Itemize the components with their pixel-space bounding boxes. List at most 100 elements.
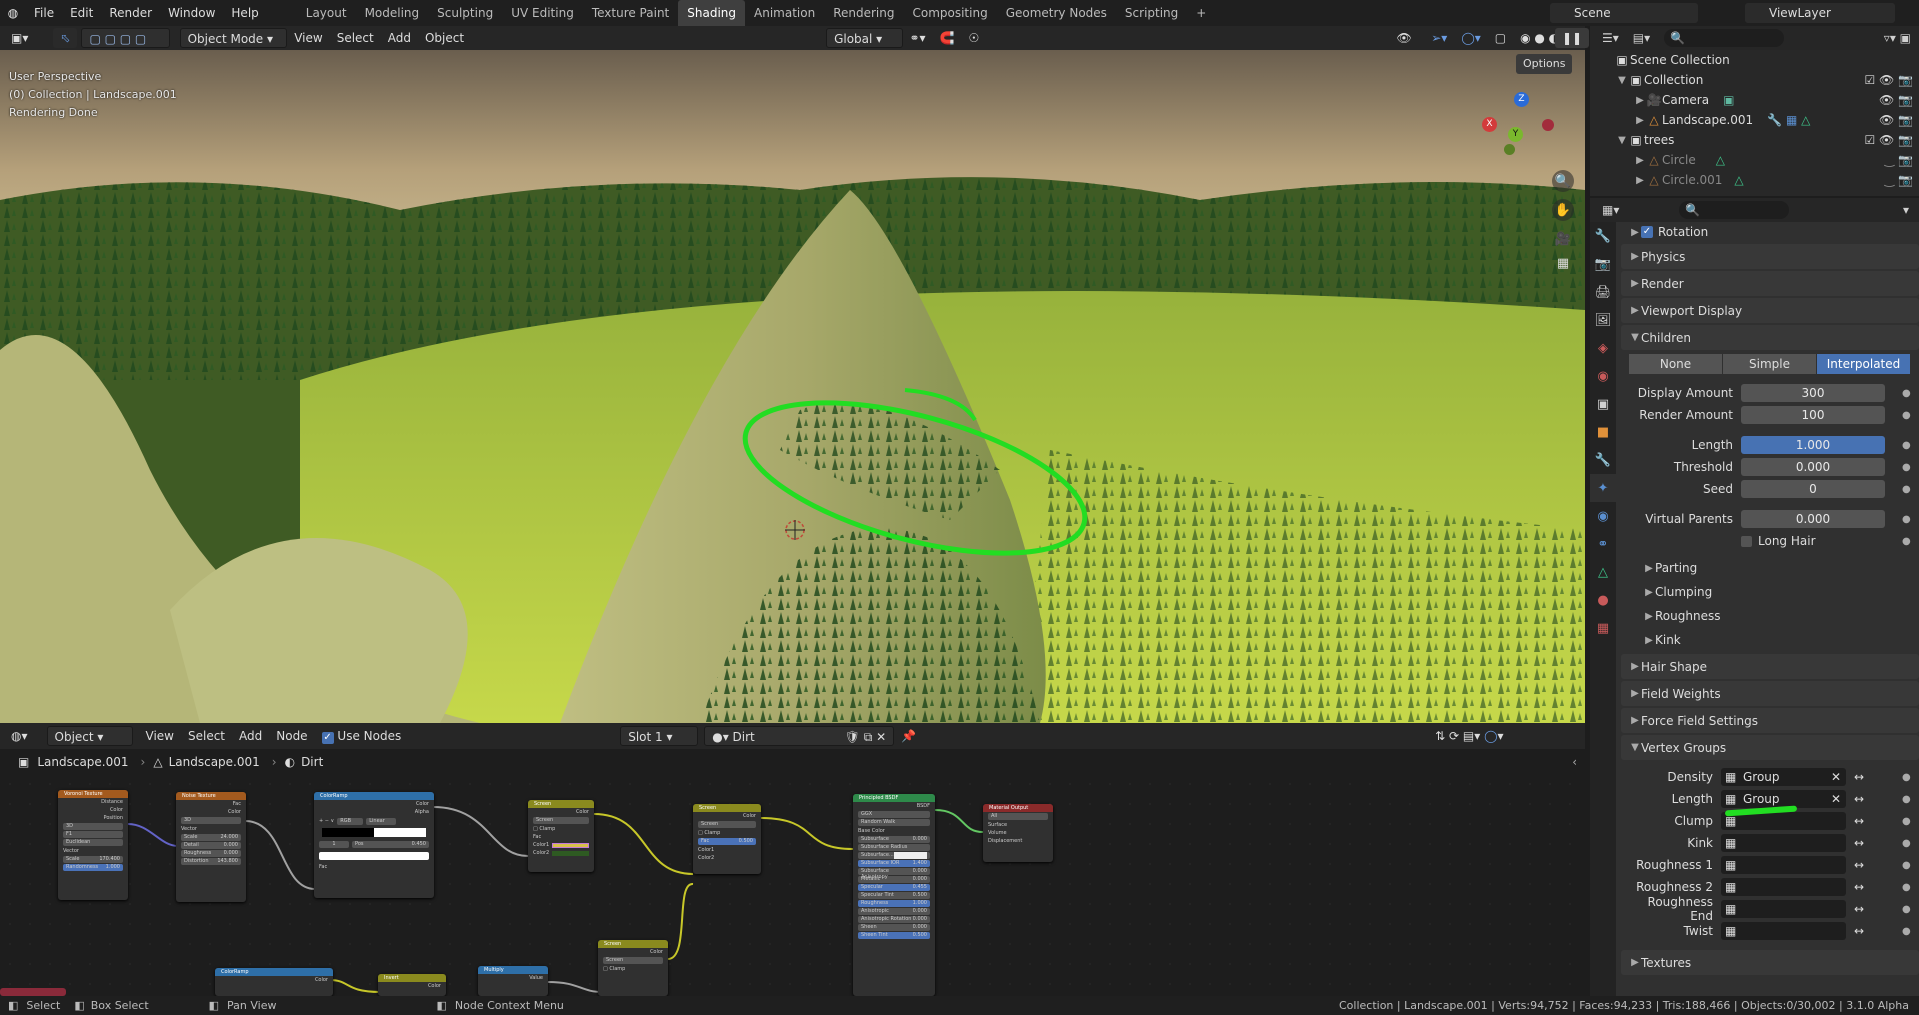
keyframe-dot-icon[interactable]: ● xyxy=(1902,838,1911,849)
children-mode-none[interactable]: None xyxy=(1629,354,1722,374)
force-field-settings-panel[interactable]: ▶ Force Field Settings xyxy=(1621,708,1919,733)
filter-icon[interactable]: ▿▾ ▣ xyxy=(1884,31,1911,45)
tab-texture-paint[interactable]: Texture Paint xyxy=(583,0,678,26)
node-field[interactable]: Anisotropic Rotation 0.000 xyxy=(858,916,930,923)
rotation-panel[interactable]: ▶ ✓ Rotation xyxy=(1621,222,1919,242)
menu-add[interactable]: Add xyxy=(381,28,418,48)
blender-logo-icon[interactable]: ◍ xyxy=(0,0,26,26)
node-field[interactable]: Subsurface 0.000 xyxy=(858,836,930,843)
keyframe-dot-icon[interactable]: ● xyxy=(1902,536,1911,547)
object-mode-dropdown[interactable]: Object Mode ▾ xyxy=(179,28,288,48)
visibility-toggle-icons[interactable]: 👁 📷 xyxy=(1879,93,1913,107)
parting-subpanel[interactable]: ▶ Parting xyxy=(1621,556,1919,580)
invert-toggle-icon[interactable]: ↔ xyxy=(1854,858,1864,872)
node-field[interactable]: Metallic 0.000 xyxy=(858,876,930,883)
gizmo-neg-x[interactable] xyxy=(1542,119,1554,131)
colorramp-node[interactable]: ColorRamp Color Alpha + − ∨ RGB Linear 1 Po… xyxy=(314,792,434,898)
node-dropdown[interactable]: 3D xyxy=(63,823,123,830)
tab-uv-editing[interactable]: UV Editing xyxy=(502,0,583,26)
pause-render-button[interactable]: ❚❚ xyxy=(1555,28,1590,48)
colorramp-node-2[interactable]: ColorRamp Color xyxy=(215,968,333,996)
keyframe-dot-icon[interactable]: ● xyxy=(1902,794,1911,805)
node-field[interactable]: Distortion 143.800 xyxy=(181,858,241,865)
breadcrumb-mesh[interactable]: Landscape.001 xyxy=(169,755,260,769)
world-tab-icon[interactable]: ◉ xyxy=(1590,362,1616,390)
gizmo-z-axis[interactable]: Z xyxy=(1514,92,1529,107)
particles-tab-icon[interactable]: ✦ xyxy=(1590,474,1616,502)
ramp-pos-field[interactable]: Pos 0.450 xyxy=(352,841,429,848)
long-hair-checkbox[interactable] xyxy=(1741,535,1752,547)
object-tab-icon[interactable]: ■ xyxy=(1590,418,1616,446)
keyframe-dot-icon[interactable]: ● xyxy=(1902,440,1911,451)
node-checkbox[interactable]: □ Clamp xyxy=(693,829,761,837)
node-field[interactable]: Sheen 0.000 xyxy=(858,924,930,931)
invert-toggle-icon[interactable]: ↔ xyxy=(1854,770,1864,784)
keyframe-dot-icon[interactable]: ● xyxy=(1902,484,1911,495)
pivot-icon[interactable]: ⚭▾ xyxy=(903,28,933,48)
scene-tab-icon[interactable]: ◈ xyxy=(1590,334,1616,362)
children-mode-interpolated[interactable]: Interpolated xyxy=(1817,354,1910,374)
modifiers-tab-icon[interactable]: 🔧 xyxy=(1590,446,1616,474)
node-field[interactable]: Subsurface Anisotropy 0.000 xyxy=(858,868,930,880)
ortho-toggle-icon[interactable]: ▦ xyxy=(1552,252,1574,274)
node-editor[interactable]: Voronoi Texture Distance Color Position … xyxy=(0,774,1585,996)
node-editor-type-icon[interactable]: ◍▾ xyxy=(4,726,35,746)
visibility-icon[interactable]: 👁▾ xyxy=(1390,28,1425,65)
chevron-right-icon[interactable]: ▶ xyxy=(1634,95,1646,106)
keyframe-dot-icon[interactable]: ● xyxy=(1902,410,1911,421)
color-swatch[interactable] xyxy=(552,851,589,856)
vg-roughness1-field[interactable]: ▦ xyxy=(1721,856,1846,874)
display-amount-field[interactable]: 300 xyxy=(1741,384,1885,402)
hair-shape-panel[interactable]: ▶ Hair Shape xyxy=(1621,654,1919,679)
orientation-dropdown[interactable]: Global ▾ xyxy=(826,28,903,48)
node-dropdown[interactable]: Screen xyxy=(698,821,756,828)
node-menu-add[interactable]: Add xyxy=(232,726,269,746)
node-field[interactable]: Specular 0.455 xyxy=(858,884,930,891)
snap-icon[interactable]: 🧲 xyxy=(933,28,962,48)
keyframe-dot-icon[interactable]: ● xyxy=(1902,816,1911,827)
ramp-interp-dropdown[interactable]: Linear xyxy=(366,818,397,825)
ramp-mode-dropdown[interactable]: RGB xyxy=(337,818,364,825)
voronoi-texture-node[interactable]: Voronoi Texture Distance Color Position … xyxy=(58,790,128,900)
ramp-controls[interactable]: + − ∨ RGB Linear xyxy=(319,818,429,825)
texture-tab-icon[interactable]: ▦ xyxy=(1590,614,1616,642)
outliner-item-landscape[interactable]: ▶ △ Landscape.001 🔧 ▦ △ 👁 📷 xyxy=(1590,110,1919,130)
outliner-item-collection[interactable]: ▼ ▣ Collection ☑ 👁 📷 xyxy=(1590,70,1919,90)
node-color-input[interactable]: Color2 xyxy=(528,849,594,857)
breadcrumb-material[interactable]: Dirt xyxy=(301,755,323,769)
node-field[interactable]: Subsurface... xyxy=(858,852,930,859)
screen-mix-node-2[interactable]: Screen Color Screen □ Clamp Fac 0.500 Col… xyxy=(693,804,761,874)
principled-bsdf-node[interactable]: Principled BSDF BSDF GGX Random Walk Bas… xyxy=(853,794,935,996)
output-tab-icon[interactable]: 🖨 xyxy=(1590,278,1616,306)
physics-tab-icon[interactable]: ◉ xyxy=(1590,502,1616,530)
field-weights-panel[interactable]: ▶ Field Weights xyxy=(1621,681,1919,706)
menu-render[interactable]: Render xyxy=(101,0,160,26)
tab-sculpting[interactable]: Sculpting xyxy=(428,0,502,26)
color-swatch[interactable] xyxy=(893,852,927,859)
node-field[interactable]: Specular Tint 0.500 xyxy=(858,892,930,899)
camera-view-icon[interactable]: 🎥 xyxy=(1552,228,1574,250)
pan-hand-icon[interactable]: ✋ xyxy=(1552,199,1574,221)
slot-dropdown[interactable]: Slot 1 ▾ xyxy=(620,726,699,746)
invert-node[interactable]: Invert Color xyxy=(378,974,446,996)
navigation-gizmo[interactable]: Z X Y xyxy=(1482,86,1562,166)
select-tool-icon[interactable]: ⬁ xyxy=(53,28,78,48)
keyframe-dot-icon[interactable]: ● xyxy=(1902,882,1911,893)
color-ramp-gradient[interactable] xyxy=(322,828,426,837)
node-menu-select[interactable]: Select xyxy=(181,726,232,746)
clear-icon[interactable]: ✕ xyxy=(1831,768,1841,786)
children-panel[interactable]: ▼ Children xyxy=(1621,325,1919,350)
menu-view[interactable]: View xyxy=(287,28,329,48)
properties-search-input[interactable]: 🔍 xyxy=(1679,201,1790,219)
node-menu-node[interactable]: Node xyxy=(269,726,314,746)
proportional-edit-icon[interactable]: ☉ ∞ xyxy=(962,28,1000,65)
vg-roughness-end-field[interactable]: ▦ xyxy=(1721,900,1846,918)
tab-geometry-nodes[interactable]: Geometry Nodes xyxy=(997,0,1116,26)
invert-toggle-icon[interactable]: ↔ xyxy=(1854,792,1864,806)
node-dropdown[interactable]: F1 xyxy=(63,831,123,838)
node-checkbox[interactable]: □ Clamp xyxy=(598,965,668,973)
node-field[interactable]: Roughness 1.000 xyxy=(858,900,930,907)
select-mode-icons[interactable]: ▢ ▢ ▢ ▢ xyxy=(81,28,170,48)
vg-length-field[interactable]: ▦ Group ✕ xyxy=(1721,790,1846,808)
chevron-right-icon[interactable]: ▶ xyxy=(1634,175,1646,186)
